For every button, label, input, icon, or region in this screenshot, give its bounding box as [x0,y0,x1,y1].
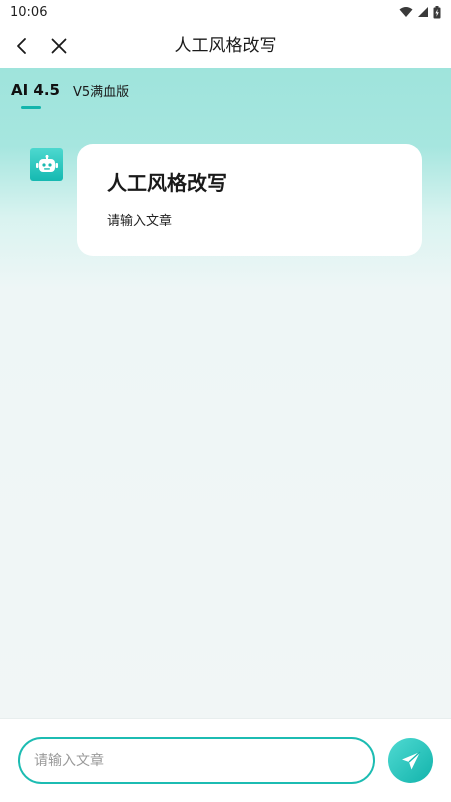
send-icon [401,750,420,769]
message-text: 请输入文章 [107,214,173,229]
model-tabs: AI 4.5 V5满血版 [0,68,451,112]
status-bar: 10:06 [0,0,451,24]
chat-area: AI 4.5 V5满血版 人工风格改写 请输入文章 [0,68,451,718]
status-time: 10:06 [10,4,48,20]
status-icons [399,5,441,19]
bot-avatar [30,148,63,181]
tab-ai-4-5[interactable]: AI 4.5 [11,81,60,99]
article-input[interactable] [34,739,354,782]
tab-v5[interactable]: V5满血版 [73,81,129,100]
message-bubble: 人工风格改写 请输入文章 [77,144,422,256]
battery-icon [433,5,441,18]
input-container [18,737,375,784]
active-tab-indicator [21,106,41,109]
message-title: 人工风格改写 [107,171,227,195]
page-title: 人工风格改写 [174,36,277,56]
top-app-bar: 人工风格改写 [0,24,451,68]
wifi-icon [399,7,413,17]
send-button[interactable] [388,738,433,783]
robot-icon [35,154,58,172]
signal-icon [418,7,428,17]
composer-bar [0,718,451,802]
